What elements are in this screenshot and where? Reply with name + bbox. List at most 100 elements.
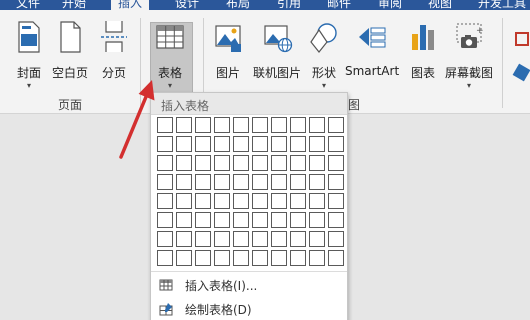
tab-insert[interactable]: 插入 — [111, 0, 150, 10]
tab-mailings[interactable]: 邮件 — [327, 0, 351, 10]
table-grid-cell[interactable] — [233, 155, 249, 171]
table-grid-cell[interactable] — [195, 155, 211, 171]
page-break-button[interactable]: 分页 — [97, 18, 131, 81]
table-grid-cell[interactable] — [252, 250, 268, 266]
table-grid-cell[interactable] — [290, 212, 306, 228]
table-grid-cell[interactable] — [252, 155, 268, 171]
table-grid-cell[interactable] — [252, 117, 268, 133]
table-grid-cell[interactable] — [176, 193, 192, 209]
table-grid-cell[interactable] — [271, 136, 287, 152]
table-size-grid[interactable] — [157, 117, 344, 266]
screenshot-button[interactable]: + 屏幕截图 ▾ — [445, 18, 493, 90]
table-grid-cell[interactable] — [195, 231, 211, 247]
table-grid-cell[interactable] — [214, 231, 230, 247]
table-grid-cell[interactable] — [309, 250, 325, 266]
tab-references[interactable]: 引用 — [277, 0, 301, 10]
table-grid-cell[interactable] — [290, 174, 306, 190]
insert-table-menu-item[interactable]: 插入表格(I)... — [151, 274, 347, 296]
table-grid-cell[interactable] — [214, 212, 230, 228]
table-grid-cell[interactable] — [309, 174, 325, 190]
picture-button[interactable]: 图片 — [211, 18, 245, 81]
cover-page-button[interactable]: 封面 ▾ — [12, 18, 46, 90]
table-grid-cell[interactable] — [290, 117, 306, 133]
table-grid-cell[interactable] — [157, 250, 173, 266]
table-grid-cell[interactable] — [309, 155, 325, 171]
addin-icon[interactable] — [515, 32, 529, 46]
chart-button[interactable]: 图表 — [406, 18, 440, 81]
table-grid-cell[interactable] — [271, 193, 287, 209]
tab-design[interactable]: 设计 — [175, 0, 199, 10]
table-grid-cell[interactable] — [328, 231, 344, 247]
tab-review[interactable]: 审阅 — [378, 0, 402, 10]
table-grid-cell[interactable] — [195, 174, 211, 190]
tab-home[interactable]: 开始 — [62, 0, 86, 10]
table-grid-cell[interactable] — [233, 174, 249, 190]
table-grid-cell[interactable] — [252, 174, 268, 190]
table-grid-cell[interactable] — [157, 155, 173, 171]
table-grid-cell[interactable] — [290, 136, 306, 152]
table-grid-cell[interactable] — [214, 174, 230, 190]
table-grid-cell[interactable] — [176, 250, 192, 266]
table-grid-cell[interactable] — [252, 136, 268, 152]
table-grid-cell[interactable] — [233, 250, 249, 266]
table-grid-cell[interactable] — [271, 250, 287, 266]
table-grid-cell[interactable] — [176, 155, 192, 171]
table-grid-cell[interactable] — [328, 212, 344, 228]
table-grid-cell[interactable] — [290, 155, 306, 171]
table-grid-cell[interactable] — [195, 117, 211, 133]
table-button[interactable]: 表格 ▾ — [153, 18, 187, 90]
table-grid-cell[interactable] — [271, 212, 287, 228]
table-grid-cell[interactable] — [214, 117, 230, 133]
table-grid-cell[interactable] — [233, 193, 249, 209]
table-grid-cell[interactable] — [176, 174, 192, 190]
draw-table-menu-item[interactable]: 绘制表格(D) — [151, 298, 347, 320]
table-grid-cell[interactable] — [309, 117, 325, 133]
table-grid-cell[interactable] — [271, 117, 287, 133]
table-grid-cell[interactable] — [176, 136, 192, 152]
tab-file[interactable]: 文件 — [16, 0, 40, 10]
table-grid-cell[interactable] — [290, 231, 306, 247]
table-grid-cell[interactable] — [233, 231, 249, 247]
tab-layout[interactable]: 布局 — [226, 0, 250, 10]
table-grid-cell[interactable] — [271, 231, 287, 247]
table-grid-cell[interactable] — [195, 212, 211, 228]
table-grid-cell[interactable] — [271, 174, 287, 190]
table-grid-cell[interactable] — [157, 212, 173, 228]
table-grid-cell[interactable] — [252, 212, 268, 228]
table-grid-cell[interactable] — [328, 193, 344, 209]
table-grid-cell[interactable] — [233, 136, 249, 152]
table-grid-cell[interactable] — [195, 193, 211, 209]
table-grid-cell[interactable] — [214, 193, 230, 209]
table-grid-cell[interactable] — [233, 212, 249, 228]
smartart-button[interactable]: SmartArt — [345, 18, 399, 78]
table-grid-cell[interactable] — [157, 136, 173, 152]
table-grid-cell[interactable] — [176, 212, 192, 228]
table-grid-cell[interactable] — [290, 193, 306, 209]
table-grid-cell[interactable] — [252, 193, 268, 209]
table-grid-cell[interactable] — [214, 250, 230, 266]
table-grid-cell[interactable] — [328, 250, 344, 266]
table-grid-cell[interactable] — [271, 155, 287, 171]
table-grid-cell[interactable] — [309, 136, 325, 152]
table-grid-cell[interactable] — [328, 136, 344, 152]
table-grid-cell[interactable] — [157, 174, 173, 190]
table-grid-cell[interactable] — [195, 136, 211, 152]
table-grid-cell[interactable] — [214, 136, 230, 152]
table-grid-cell[interactable] — [157, 117, 173, 133]
table-grid-cell[interactable] — [157, 231, 173, 247]
table-grid-cell[interactable] — [328, 117, 344, 133]
shapes-button[interactable]: 形状 ▾ — [307, 18, 341, 90]
table-grid-cell[interactable] — [252, 231, 268, 247]
tab-developer[interactable]: 开发工具 — [478, 0, 526, 10]
table-grid-cell[interactable] — [309, 231, 325, 247]
table-grid-cell[interactable] — [309, 193, 325, 209]
table-grid-cell[interactable] — [157, 193, 173, 209]
cube-icon[interactable] — [512, 63, 530, 82]
blank-page-button[interactable]: 空白页 — [52, 18, 88, 81]
table-grid-cell[interactable] — [233, 117, 249, 133]
table-grid-cell[interactable] — [290, 250, 306, 266]
table-grid-cell[interactable] — [328, 174, 344, 190]
table-grid-cell[interactable] — [214, 155, 230, 171]
table-grid-cell[interactable] — [328, 155, 344, 171]
table-grid-cell[interactable] — [176, 231, 192, 247]
